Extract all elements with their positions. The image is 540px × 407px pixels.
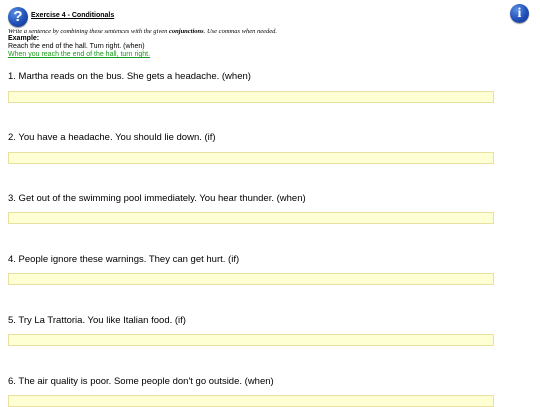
question-2-text: 2. You have a headache. You should lie d… [8,132,216,143]
example-label-colon: : [36,35,40,42]
question-5-text: 5. Try La Trattoria. You like Italian fo… [8,315,186,326]
info-icon[interactable]: i [510,4,529,23]
question-4-text: 4. People ignore these warnings. They ca… [8,254,240,265]
exercise-title: Exercise 4 - Conditionals [31,12,115,19]
example-label: Example: [8,35,39,42]
example-label-text: Example [8,35,37,42]
example-sentence: Reach the end of the hall. Turn right. (… [8,43,145,50]
instructions: Write a sentence by combining these sent… [8,28,277,35]
question-4-answer-input[interactable] [8,273,494,285]
instructions-prefix: Write a sentence by combining these sent… [8,28,170,35]
question-3-answer-input[interactable] [8,212,494,224]
question-2-answer-input[interactable] [8,152,494,164]
question-6-text: 6. The air quality is poor. Some people … [8,376,274,387]
question-1-answer-input[interactable] [8,91,494,103]
instructions-keyword: conjunctions [169,28,204,35]
instructions-suffix: . Use commas when needed. [203,28,277,35]
help-icon[interactable]: ? [8,7,28,27]
question-3-text: 3. Get out of the swimming pool immediat… [8,193,306,204]
example-answer: When you reach the end of the hall, turn… [8,51,151,58]
question-5-answer-input[interactable] [8,334,494,346]
question-6-answer-input[interactable] [8,395,494,407]
question-1-text: 1. Martha reads on the bus. She gets a h… [8,71,251,82]
